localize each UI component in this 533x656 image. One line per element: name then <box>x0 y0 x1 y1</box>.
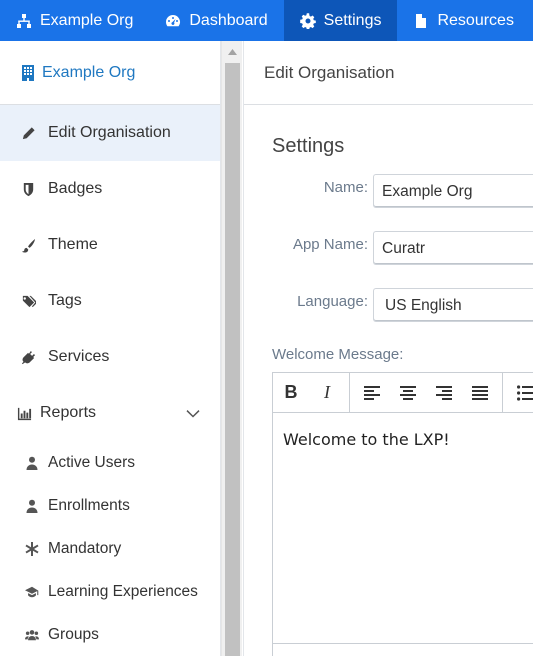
align-left-button[interactable] <box>354 373 390 412</box>
section-title: Settings <box>272 135 345 157</box>
brush-icon <box>20 237 36 253</box>
format-group: B I <box>273 373 350 412</box>
align-group <box>350 373 503 412</box>
sidebar-subitem-active-users[interactable]: Active Users <box>0 441 220 484</box>
users-icon <box>24 627 40 643</box>
main-panel: Edit Organisation Settings Name: Example… <box>243 41 533 656</box>
scroll-thumb[interactable] <box>225 63 240 656</box>
top-nav: Example Org Dashboard Settings Resources <box>0 0 533 41</box>
sidebar: Example Org Edit Organisation Badges The… <box>0 41 221 656</box>
sidebar-item-label: Badges <box>48 180 103 197</box>
align-justify-button[interactable] <box>462 373 498 412</box>
welcome-message-label: Welcome Message: <box>272 346 404 363</box>
nav-org[interactable]: Example Org <box>0 0 149 41</box>
sidebar-item-tags[interactable]: Tags <box>0 273 220 329</box>
list-group <box>503 373 533 412</box>
nav-dashboard[interactable]: Dashboard <box>149 0 283 41</box>
sidebar-item-services[interactable]: Services <box>0 329 220 385</box>
language-label: Language: <box>297 293 368 310</box>
sidebar-item-label: Services <box>48 348 110 365</box>
sidebar-item-edit-organisation[interactable]: Edit Organisation <box>0 105 220 161</box>
sidebar-item-reports[interactable]: Reports <box>0 385 220 441</box>
welcome-message-editor[interactable]: B I Welcome to the LXP! <box>272 372 533 656</box>
sidebar-subitem-label: Mandatory <box>48 539 122 557</box>
sidebar-subitem-label: Enrollments <box>48 496 130 514</box>
app-name-input[interactable]: Curatr <box>373 231 533 265</box>
align-right-icon <box>436 385 452 400</box>
bullet-list-icon <box>517 384 533 401</box>
tags-icon <box>20 293 36 309</box>
scroll-up-arrow-icon[interactable] <box>222 41 242 63</box>
editor-toolbar: B I <box>273 373 533 413</box>
align-right-button[interactable] <box>426 373 462 412</box>
sidebar-item-label: Tags <box>48 292 82 309</box>
nav-resources-label: Resources <box>437 11 514 29</box>
pencil-icon <box>20 125 36 141</box>
sidebar-scrollbar[interactable] <box>221 41 242 656</box>
sidebar-org[interactable]: Example Org <box>0 41 220 105</box>
italic-button[interactable]: I <box>309 373 345 412</box>
sidebar-org-name: Example Org <box>42 63 136 81</box>
app-name-row: App Name: Curatr <box>244 231 533 265</box>
page-title: Edit Organisation <box>244 41 533 105</box>
align-left-icon <box>364 385 380 400</box>
sidebar-subitem-label: Active Users <box>48 453 135 471</box>
sidebar-item-label: Edit Organisation <box>48 124 171 141</box>
sidebar-item-theme[interactable]: Theme <box>0 217 220 273</box>
sidebar-item-label: Reports <box>40 404 97 421</box>
sidebar-subitem-enrollments[interactable]: Enrollments <box>0 484 220 527</box>
name-label: Name: <box>323 179 368 196</box>
sidebar-subitem-mandatory[interactable]: Mandatory <box>0 527 220 570</box>
shield-icon <box>20 181 36 197</box>
gear-icon <box>299 12 316 29</box>
nav-settings[interactable]: Settings <box>283 0 398 41</box>
asterisk-icon <box>24 541 40 557</box>
align-center-button[interactable] <box>390 373 426 412</box>
sidebar-subitem-learning-experiences[interactable]: Learning Experiences <box>0 570 220 613</box>
language-select[interactable]: US English <box>373 288 533 322</box>
name-input[interactable]: Example Org <box>373 174 533 208</box>
nav-org-label: Example Org <box>40 11 134 29</box>
document-icon <box>416 13 427 28</box>
bar-chart-icon <box>16 405 32 421</box>
sidebar-subitem-label: Groups <box>48 625 99 643</box>
nav-dashboard-label: Dashboard <box>189 11 268 29</box>
sitemap-icon <box>17 13 31 28</box>
bold-button[interactable]: B <box>273 373 309 412</box>
name-row: Name: Example Org <box>244 174 533 208</box>
building-icon <box>22 64 34 81</box>
nav-settings-label: Settings <box>323 11 382 29</box>
user-icon <box>24 498 40 514</box>
dashboard-icon <box>166 14 181 26</box>
align-center-icon <box>400 385 416 400</box>
editor-statusbar <box>273 643 533 656</box>
sidebar-item-label: Theme <box>48 236 98 253</box>
align-justify-icon <box>472 385 488 400</box>
chevron-down-icon[interactable] <box>186 406 200 420</box>
bullet-list-button[interactable] <box>507 373 533 412</box>
editor-content[interactable]: Welcome to the LXP! <box>273 413 533 466</box>
nav-resources[interactable]: Resources <box>397 0 529 41</box>
language-row: Language: US English <box>244 288 533 322</box>
sidebar-item-badges[interactable]: Badges <box>0 161 220 217</box>
user-icon <box>24 455 40 471</box>
app-name-label: App Name: <box>292 236 368 253</box>
plug-icon <box>20 349 36 365</box>
graduation-cap-icon <box>24 584 40 600</box>
sidebar-subitem-label: Learning Experiences <box>48 582 198 600</box>
sidebar-subitem-groups[interactable]: Groups <box>0 613 220 656</box>
